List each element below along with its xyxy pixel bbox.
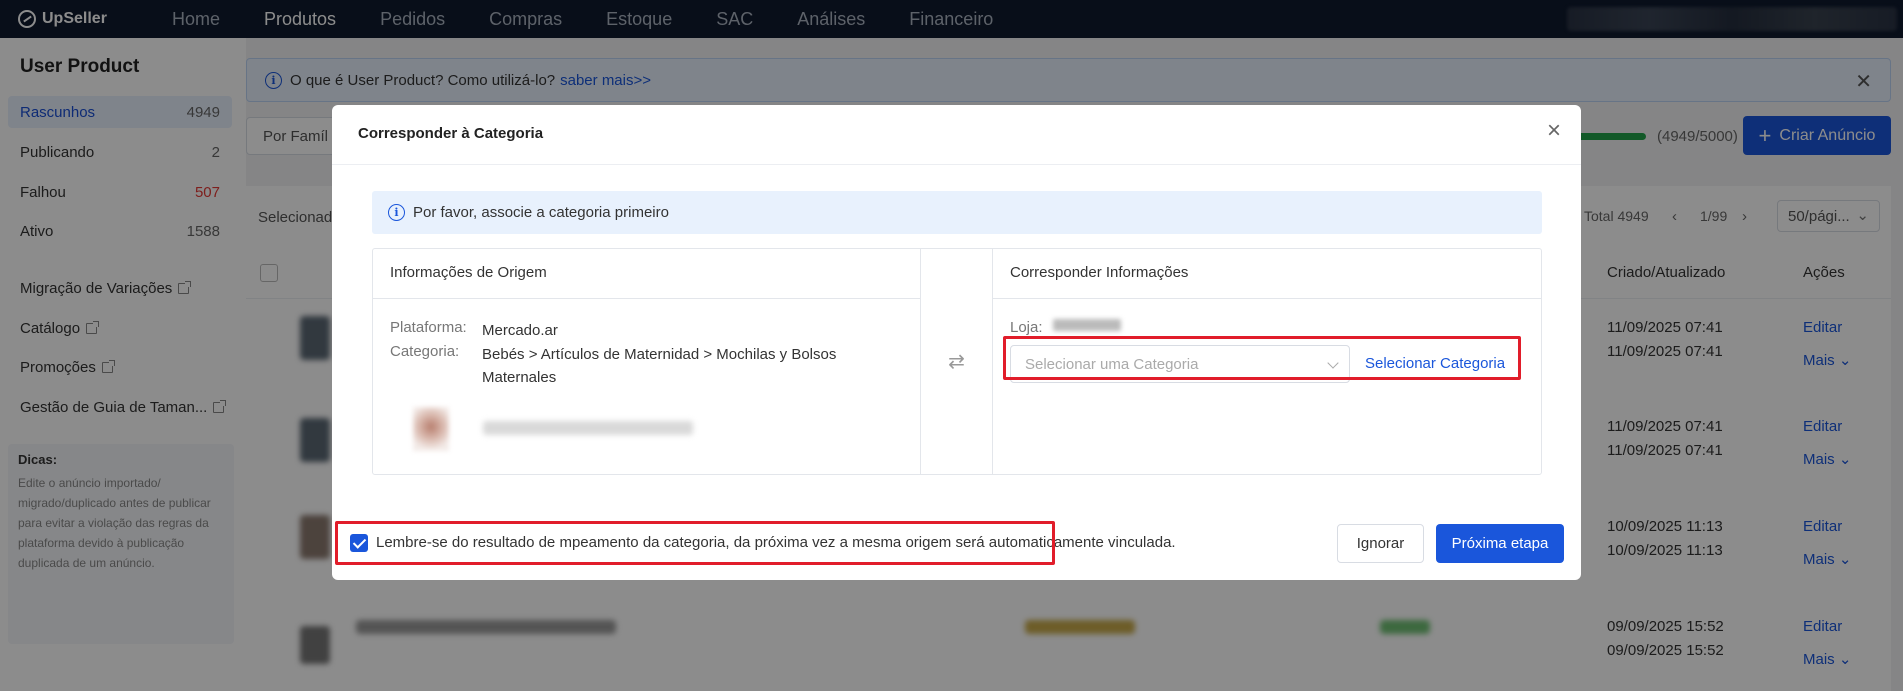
- origin-platform: Plataforma: Mercado.ar: [390, 319, 892, 342]
- platform-label: Plataforma:: [390, 319, 467, 336]
- remember-mapping-label: Lembre-se do resultado de mpeamento da c…: [376, 534, 1176, 551]
- dialog-divider: [332, 164, 1581, 165]
- origin-category: Categoria: Bebés > Artículos de Maternid…: [390, 343, 892, 389]
- chevron-down-icon: [1327, 357, 1339, 369]
- category-select[interactable]: Selecionar uma Categoria: [1010, 345, 1350, 383]
- next-step-button[interactable]: Próxima etapa: [1436, 524, 1564, 563]
- store-row: Loja:: [1010, 319, 1121, 336]
- product-thumbnail: [413, 407, 449, 451]
- origin-column: Informações de Origem Plataforma: Mercad…: [373, 249, 921, 474]
- category-label: Categoria:: [390, 343, 460, 360]
- category-select-placeholder: Selecionar uma Categoria: [1025, 356, 1199, 373]
- match-column: Corresponder Informações Loja: Seleciona…: [993, 249, 1541, 474]
- close-icon[interactable]: ×: [1547, 119, 1561, 143]
- origin-header: Informações de Origem: [373, 249, 920, 299]
- dialog-info-text: Por favor, associe a categoria primeiro: [413, 204, 669, 221]
- select-category-link[interactable]: Selecionar Categoria: [1365, 355, 1505, 372]
- ignore-button[interactable]: Ignorar: [1337, 524, 1424, 563]
- match-header: Corresponder Informações: [993, 249, 1541, 299]
- category-value: Bebés > Artículos de Maternidad > Mochil…: [482, 346, 837, 386]
- store-label: Loja:: [1010, 319, 1043, 336]
- remember-mapping-checkbox[interactable]: [350, 534, 368, 552]
- dialog-info-banner: i Por favor, associe a categoria primeir…: [372, 191, 1542, 234]
- platform-value: Mercado.ar: [482, 322, 558, 339]
- mapping-grid: Informações de Origem Plataforma: Mercad…: [372, 248, 1542, 475]
- info-icon: i: [388, 204, 405, 221]
- swap-arrows-icon: ⇄: [921, 249, 993, 474]
- match-category-dialog: Corresponder à Categoria × i Por favor, …: [332, 105, 1581, 580]
- product-name-blurred: [483, 421, 693, 435]
- dialog-title: Corresponder à Categoria: [358, 125, 544, 142]
- store-name-blurred: [1052, 319, 1121, 331]
